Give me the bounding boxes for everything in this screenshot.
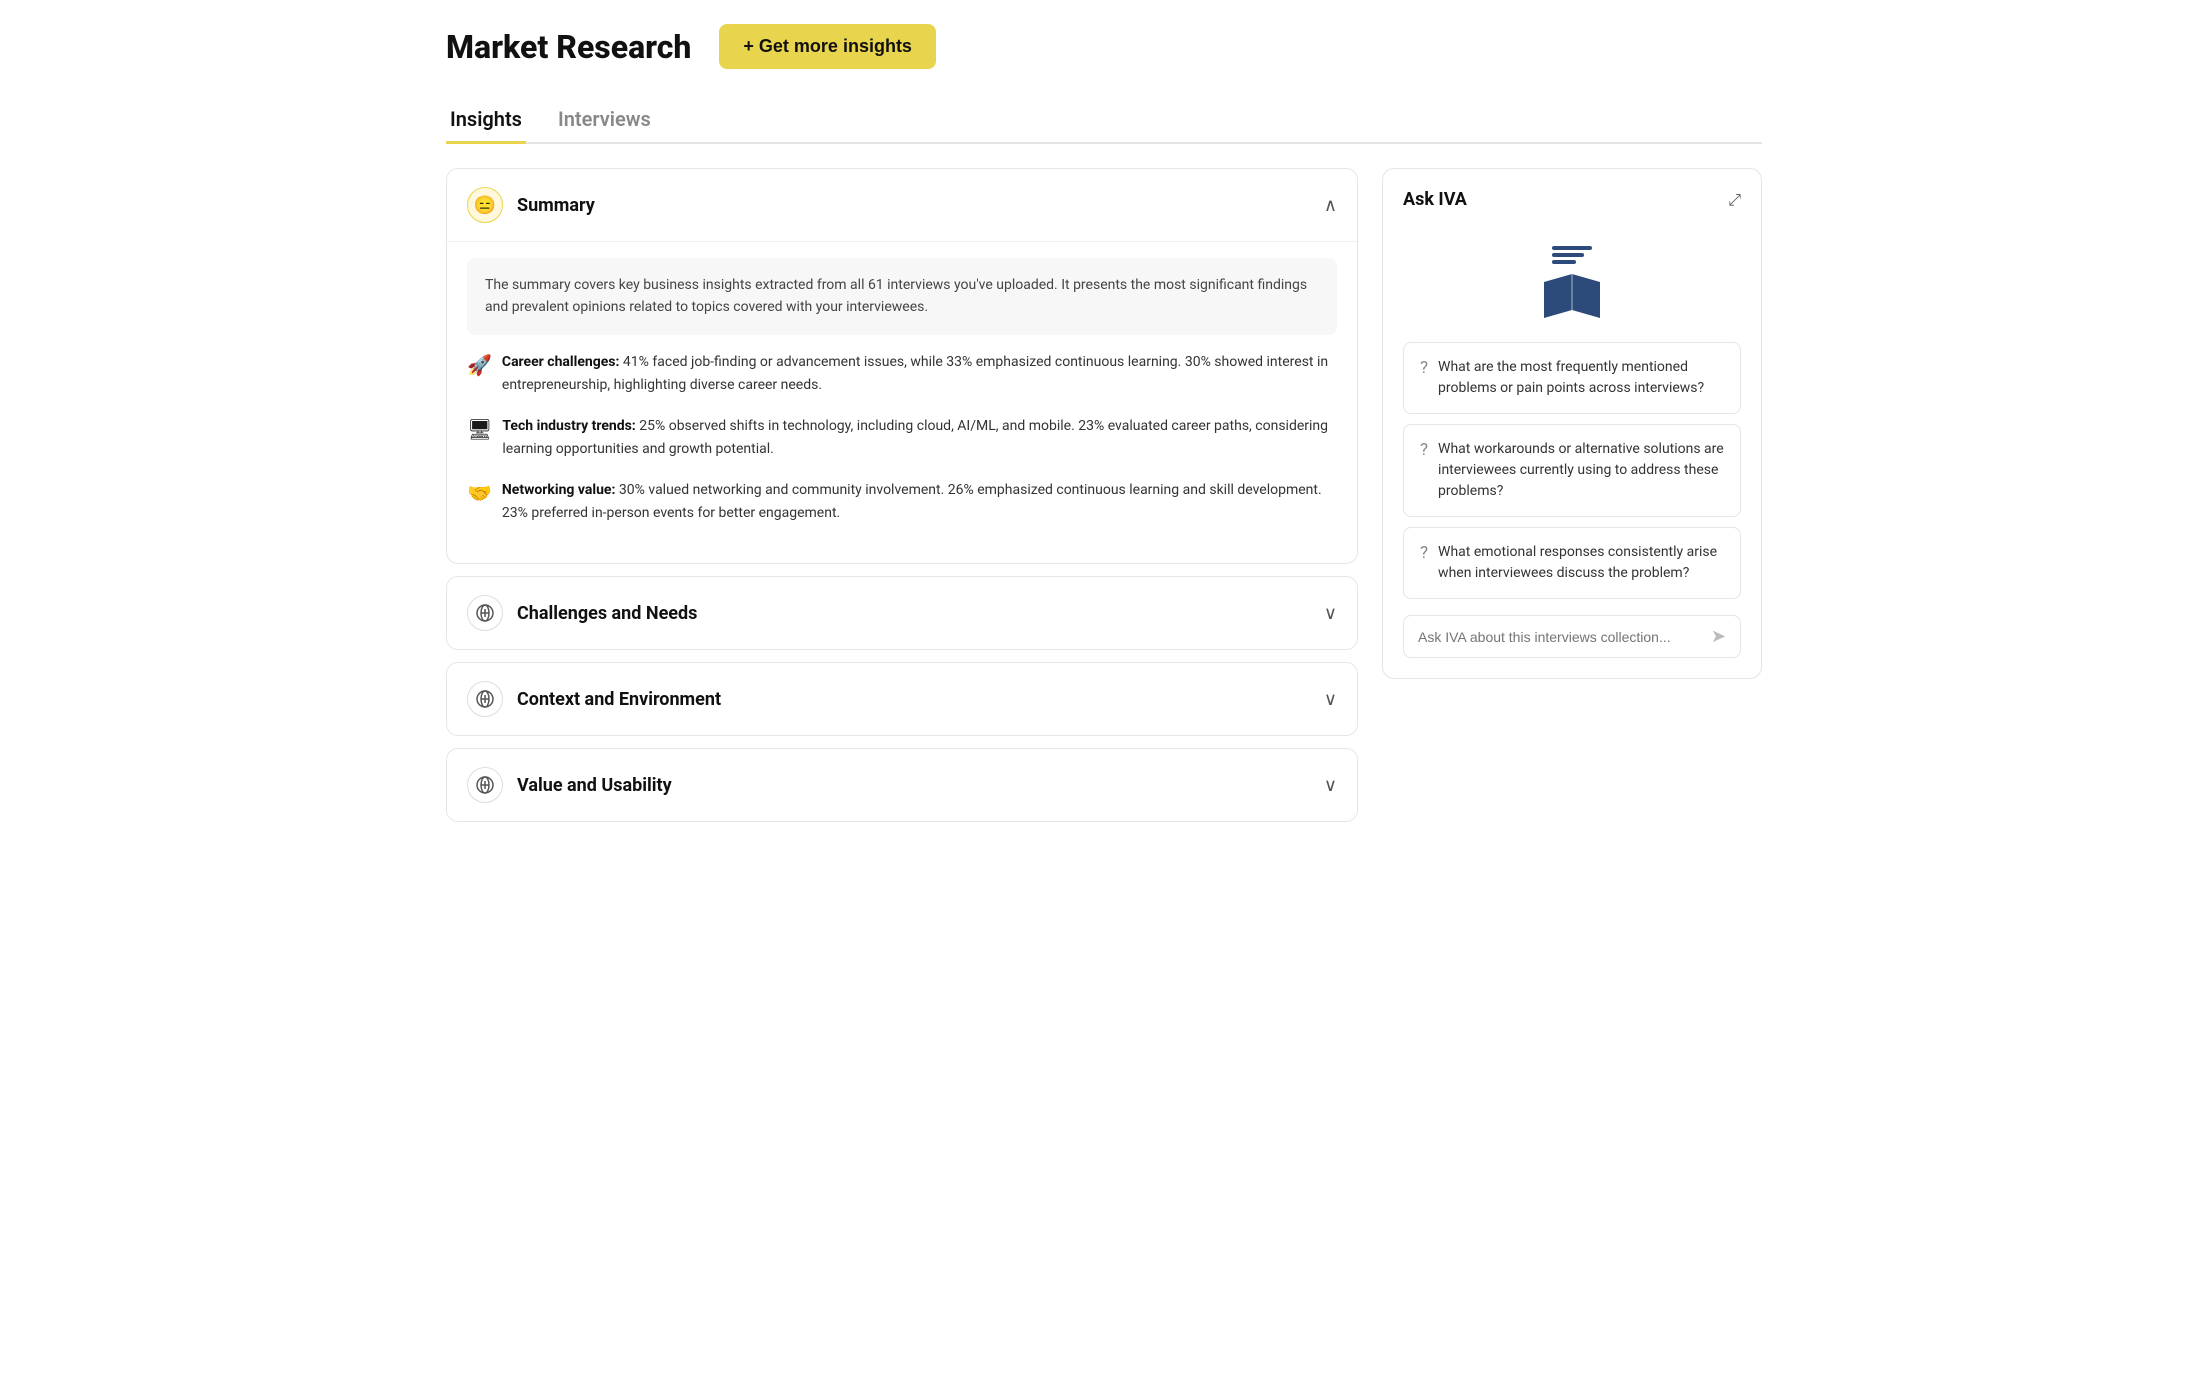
summary-title: Summary bbox=[517, 195, 1310, 216]
summary-content: The summary covers key business insights… bbox=[447, 241, 1357, 563]
tab-insights[interactable]: Insights bbox=[446, 97, 526, 144]
iva-logo bbox=[1544, 246, 1600, 318]
get-insights-button[interactable]: + Get more insights bbox=[719, 24, 936, 69]
tab-bar: Insights Interviews bbox=[446, 97, 1762, 144]
career-text: Career challenges: 41% faced job-finding… bbox=[502, 351, 1337, 397]
value-icon bbox=[467, 767, 503, 803]
networking-body: 30% valued networking and community invo… bbox=[502, 482, 1322, 521]
value-title: Value and Usability bbox=[517, 775, 1310, 796]
summary-accordion-header[interactable]: 😑 Summary ∧ bbox=[447, 169, 1357, 241]
question-card-3[interactable]: ? What emotional responses consistently … bbox=[1403, 527, 1741, 599]
tech-label: Tech industry trends: bbox=[502, 418, 635, 434]
tech-text: Tech industry trends: 25% observed shift… bbox=[502, 415, 1337, 461]
expand-icon[interactable]: ⤢ bbox=[1728, 190, 1741, 210]
question-text-3: What emotional responses consistently ar… bbox=[1438, 542, 1724, 584]
career-emoji: 🚀 bbox=[467, 353, 492, 377]
question-icon-2: ? bbox=[1420, 440, 1428, 460]
networking-text: Networking value: 30% valued networking … bbox=[502, 479, 1337, 525]
question-icon-1: ? bbox=[1420, 358, 1428, 378]
insight-tech: 🖥 Tech industry trends: 25% observed shi… bbox=[467, 415, 1337, 461]
page-title: Market Research bbox=[446, 28, 691, 66]
summary-icon: 😑 bbox=[467, 187, 503, 223]
summary-accordion: 😑 Summary ∧ The summary covers key busin… bbox=[446, 168, 1358, 564]
career-body: 41% faced job-finding or advancement iss… bbox=[502, 354, 1328, 393]
context-icon bbox=[467, 681, 503, 717]
challenges-accordion: Challenges and Needs ∨ bbox=[446, 576, 1358, 650]
ask-iva-title: Ask IVA bbox=[1403, 189, 1467, 210]
challenges-title: Challenges and Needs bbox=[517, 603, 1310, 624]
ask-iva-container: Ask IVA ⤢ bbox=[1382, 168, 1762, 679]
question-text-1: What are the most frequently mentioned p… bbox=[1438, 357, 1724, 399]
value-accordion: Value and Usability ∨ bbox=[446, 748, 1358, 822]
tab-interviews[interactable]: Interviews bbox=[554, 97, 655, 144]
challenges-accordion-header[interactable]: Challenges and Needs ∨ bbox=[447, 577, 1357, 649]
iva-logo-area bbox=[1403, 226, 1741, 342]
iva-logo-line-2 bbox=[1552, 253, 1584, 257]
networking-label: Networking value: bbox=[502, 482, 616, 498]
iva-logo-line-3 bbox=[1552, 260, 1576, 264]
iva-logo-line-1 bbox=[1552, 246, 1592, 250]
context-chevron-icon: ∨ bbox=[1324, 689, 1337, 710]
question-card-1[interactable]: ? What are the most frequently mentioned… bbox=[1403, 342, 1741, 414]
value-chevron-icon: ∨ bbox=[1324, 775, 1337, 796]
tech-emoji: 🖥 bbox=[467, 417, 492, 441]
context-accordion: Context and Environment ∨ bbox=[446, 662, 1358, 736]
ask-iva-panel: Ask IVA ⤢ bbox=[1382, 168, 1762, 679]
iva-book-icon bbox=[1544, 270, 1600, 318]
summary-chevron-icon: ∧ bbox=[1324, 195, 1337, 216]
question-text-2: What workarounds or alternative solution… bbox=[1438, 439, 1724, 502]
challenges-icon bbox=[467, 595, 503, 631]
value-accordion-header[interactable]: Value and Usability ∨ bbox=[447, 749, 1357, 821]
send-icon[interactable]: ➤ bbox=[1711, 626, 1726, 647]
ask-iva-header: Ask IVA ⤢ bbox=[1403, 189, 1741, 210]
iva-logo-lines bbox=[1552, 246, 1592, 264]
question-card-2[interactable]: ? What workarounds or alternative soluti… bbox=[1403, 424, 1741, 517]
context-accordion-header[interactable]: Context and Environment ∨ bbox=[447, 663, 1357, 735]
context-title: Context and Environment bbox=[517, 689, 1310, 710]
main-layout: 😑 Summary ∧ The summary covers key busin… bbox=[446, 168, 1762, 834]
ask-input[interactable] bbox=[1418, 629, 1711, 645]
insight-networking: 🤝 Networking value: 30% valued networkin… bbox=[467, 479, 1337, 525]
summary-intro-text: The summary covers key business insights… bbox=[467, 258, 1337, 335]
insight-career: 🚀 Career challenges: 41% faced job-findi… bbox=[467, 351, 1337, 397]
career-label: Career challenges: bbox=[502, 354, 620, 370]
page-header: Market Research + Get more insights bbox=[446, 24, 1762, 69]
question-icon-3: ? bbox=[1420, 543, 1428, 563]
ask-input-area[interactable]: ➤ bbox=[1403, 615, 1741, 658]
networking-emoji: 🤝 bbox=[467, 481, 492, 505]
left-column: 😑 Summary ∧ The summary covers key busin… bbox=[446, 168, 1358, 834]
challenges-chevron-icon: ∨ bbox=[1324, 603, 1337, 624]
